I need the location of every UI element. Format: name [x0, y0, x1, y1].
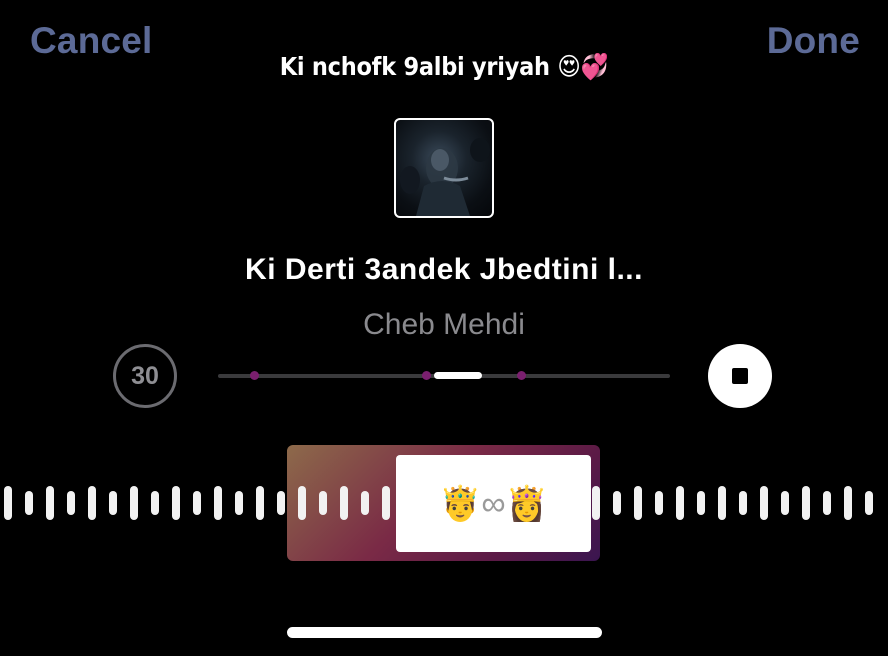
waveform-bar	[781, 491, 789, 515]
waveform-bar	[865, 491, 873, 515]
waveform-bar	[46, 486, 54, 520]
scrubber-handle[interactable]	[433, 372, 482, 379]
scrubber-marker	[250, 371, 260, 380]
scrubber-marker	[421, 371, 431, 380]
waveform-bar	[67, 491, 75, 515]
waveform-bar	[319, 491, 327, 515]
waveform-bar	[214, 486, 222, 520]
waveform-bar	[676, 486, 684, 520]
waveform-bar	[613, 491, 621, 515]
waveform-bar	[844, 486, 852, 520]
waveform-bar	[739, 491, 747, 515]
clip-duration-button[interactable]: 30	[113, 344, 177, 408]
waveform-bar	[802, 486, 810, 520]
stop-icon	[732, 368, 748, 384]
waveform-bar	[109, 491, 117, 515]
waveform-bar	[4, 486, 12, 520]
waveform-bar	[697, 491, 705, 515]
waveform-bar	[655, 491, 663, 515]
waveform-bar	[382, 486, 390, 520]
album-art	[394, 118, 494, 218]
waveform-bar	[340, 486, 348, 520]
artist-name: Cheb Mehdi	[363, 308, 525, 341]
waveform-bar	[88, 486, 96, 520]
lyrics-sticker[interactable]: 🤴∞👸	[396, 455, 591, 552]
waveform-bar	[277, 491, 285, 515]
waveform-bar	[172, 486, 180, 520]
home-indicator[interactable]	[287, 627, 602, 638]
track-scrubber[interactable]	[218, 371, 670, 380]
stop-button[interactable]	[708, 344, 772, 408]
waveform-bar	[718, 486, 726, 520]
scrubber-marker	[516, 371, 526, 380]
waveform-bar	[130, 486, 138, 520]
waveform-bar	[634, 486, 642, 520]
album-art-image	[400, 138, 490, 216]
song-title: Ki Derti 3andek Jbedtini l...	[245, 253, 643, 286]
waveform-bar	[25, 491, 33, 515]
waveform-bar	[823, 491, 831, 515]
caption-text: Ki nchofk 9albi yriyah 😍💞	[279, 52, 609, 81]
waveform-bar	[592, 486, 600, 520]
waveform-bar	[235, 491, 243, 515]
waveform-bar	[193, 491, 201, 515]
waveform-bar	[298, 486, 306, 520]
waveform-bar	[760, 486, 768, 520]
waveform-bar	[151, 491, 159, 515]
waveform-bar	[361, 491, 369, 515]
waveform-bar	[256, 486, 264, 520]
